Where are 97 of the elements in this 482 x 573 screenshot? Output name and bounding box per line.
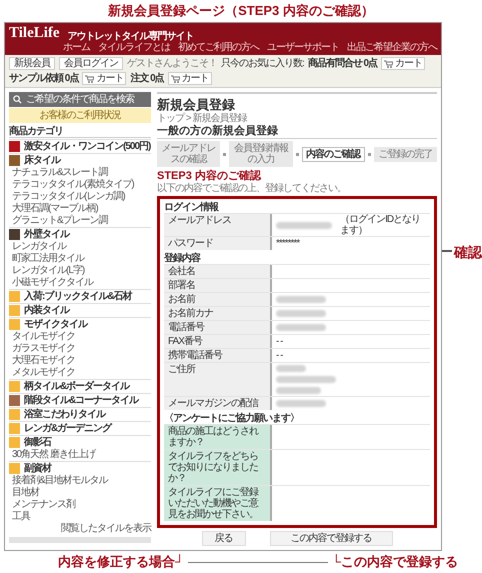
- search-icon: [13, 95, 22, 104]
- category-heading: 商品カテゴリ: [9, 124, 151, 138]
- greeting-text: ゲストさんようこそ！: [127, 58, 217, 69]
- subcategory-link[interactable]: テラコッタタイル(素焼タイプ): [9, 179, 151, 190]
- page-heading: 新規会員登録: [157, 96, 236, 112]
- category-link[interactable]: 外壁タイル: [9, 227, 151, 240]
- status-button[interactable]: お客様のご利用状況: [9, 108, 151, 123]
- subcategory-link[interactable]: ナチュラル&スレート調: [9, 167, 151, 178]
- cart-button[interactable]: カート: [168, 72, 212, 85]
- category-link[interactable]: 内装タイル: [9, 303, 151, 316]
- counter-text: 商品有問合せ 0点: [308, 58, 378, 69]
- search-button[interactable]: ご希望の条件で商品を検索: [9, 92, 151, 107]
- cart-button[interactable]: カート: [82, 72, 126, 85]
- blurred-text: [276, 365, 306, 372]
- subcategory-link[interactable]: グラニット&プレーン調: [9, 215, 151, 226]
- toolbar-button[interactable]: 新規会員: [9, 57, 55, 70]
- header-link[interactable]: 初めてご利用の方へ: [178, 42, 259, 53]
- field-label: 部署名: [164, 279, 272, 292]
- subcategory-link[interactable]: 接着剤&目地材モルタル: [9, 475, 151, 486]
- category-link[interactable]: 床タイル: [9, 153, 151, 166]
- field-label: 会社名: [164, 265, 272, 278]
- subcategory-link[interactable]: 大理石モザイク: [9, 355, 151, 366]
- field-label: メールマガジンの配信: [164, 397, 272, 410]
- subcategory-link[interactable]: 大理石調(マーブル柄): [9, 203, 151, 214]
- field-label: タイルライフをどちらでお知りになりましたか？: [164, 450, 272, 485]
- field-label: 電話番号: [164, 321, 272, 334]
- header-link[interactable]: タイルライフとは: [98, 42, 170, 53]
- field-label: 商品の施工はどうされますか？: [164, 425, 272, 449]
- form-button[interactable]: 戻る: [202, 531, 246, 546]
- counter-text: サンプル依頼 0点: [9, 73, 78, 84]
- confirm-annotation: 確認: [454, 243, 482, 262]
- category-link[interactable]: 階段タイル&コーナータイル: [9, 393, 151, 406]
- blurred-text: [276, 310, 326, 317]
- toolbar-button[interactable]: 会員ログイン: [59, 57, 123, 70]
- subcategory-link[interactable]: 小磁モザイクタイル: [9, 277, 151, 288]
- field-value: - -: [276, 350, 282, 361]
- step-separator-icon: [296, 152, 298, 156]
- section-subtitle: 一般の方の新規会員登録: [157, 124, 437, 139]
- subcategory-link[interactable]: メンテナンス剤: [9, 499, 151, 510]
- category-link[interactable]: 浴室こだわりタイル: [9, 407, 151, 420]
- favorites-label: 只今のお気に入り数:: [221, 58, 304, 69]
- field-label: お名前: [164, 293, 272, 306]
- category-link[interactable]: 副資材: [9, 461, 151, 474]
- blurred-text: [276, 296, 326, 303]
- cart-icon: [384, 60, 394, 68]
- header-link[interactable]: ユーザーサポート: [267, 42, 339, 53]
- site-logo: TileLife: [9, 25, 60, 42]
- subcategory-link[interactable]: ガラスモザイク: [9, 343, 151, 354]
- cart-button[interactable]: カート: [381, 57, 426, 70]
- step-instruction: 以下の内容でご確認の上、登録してください。: [157, 183, 347, 194]
- blurred-text: [276, 324, 326, 331]
- header-link[interactable]: ホーム: [63, 42, 90, 53]
- blurred-text: [276, 376, 336, 383]
- subcategory-link[interactable]: テラコッタタイル(レンガ調): [9, 191, 151, 202]
- field-label: タイルライフにご登録いただいた動機やご意見をお聞かせ下さい。: [164, 486, 272, 521]
- subcategory-link[interactable]: 工具: [9, 511, 151, 522]
- subcategory-link[interactable]: メタルモザイク: [9, 367, 151, 378]
- subcategory-link[interactable]: レンガタイル(L字): [9, 265, 151, 276]
- subcategory-link[interactable]: 目地材: [9, 487, 151, 498]
- field-note: （ログインIDとなります）: [340, 214, 422, 236]
- category-link[interactable]: レンガ&ガーデニング: [9, 421, 151, 434]
- history-link[interactable]: 閲覧したタイルを表示: [61, 523, 151, 534]
- section-title: 〈アンケートにご協力願います〉: [164, 412, 300, 424]
- field-value: ********: [276, 238, 300, 249]
- field-label: FAX番号: [164, 335, 272, 348]
- step-title: STEP3 内容のご確認: [157, 169, 262, 182]
- category-link[interactable]: 激安タイル・ワンコイン(500円): [9, 139, 151, 152]
- field-label: お名前カナ: [164, 307, 272, 320]
- step-separator-icon: [368, 152, 371, 156]
- blurred-text: [276, 222, 332, 228]
- cart-icon: [85, 74, 94, 82]
- page-title: 新規会員登録ページ（STEP3 内容のご確認）: [107, 2, 375, 20]
- subcategory-link[interactable]: タイルモザイク: [9, 331, 151, 342]
- category-link[interactable]: 入荷:ブリックタイル&石材: [9, 289, 151, 302]
- category-link[interactable]: 柄タイル&ボーダータイル: [9, 379, 151, 392]
- submit-annotation: └この内容で登録する: [332, 553, 458, 571]
- subcategory-link[interactable]: レンガタイル: [9, 241, 151, 252]
- header-link[interactable]: 出品ご希望企業の方へ: [347, 42, 437, 53]
- field-value: - -: [276, 336, 282, 347]
- field-label: メールアドレス: [164, 214, 272, 236]
- form-button[interactable]: この内容で登録する: [270, 531, 392, 546]
- step-separator-icon: [223, 152, 226, 156]
- category-link[interactable]: モザイクタイル: [9, 317, 151, 330]
- blurred-text: [276, 387, 321, 394]
- subcategory-link[interactable]: 30角天然 磨き仕上げ: [9, 449, 151, 460]
- blurred-text: [276, 400, 326, 407]
- breadcrumb: トップ > 新規会員登録: [157, 113, 248, 124]
- section-title: ログイン情報: [164, 200, 220, 213]
- section-title: 登録内容: [164, 251, 202, 264]
- site-tagline: アウトレットタイル専門サイト: [68, 31, 194, 42]
- field-label: 携帯電話番号: [164, 349, 272, 362]
- subcategory-link[interactable]: 町家工法用タイル: [9, 253, 151, 264]
- cart-icon: [170, 74, 180, 82]
- counter-text: 注文 0点: [130, 73, 164, 84]
- field-label: ご住所: [164, 363, 272, 396]
- field-label: パスワード: [164, 237, 272, 250]
- category-link[interactable]: 御影石: [9, 435, 151, 448]
